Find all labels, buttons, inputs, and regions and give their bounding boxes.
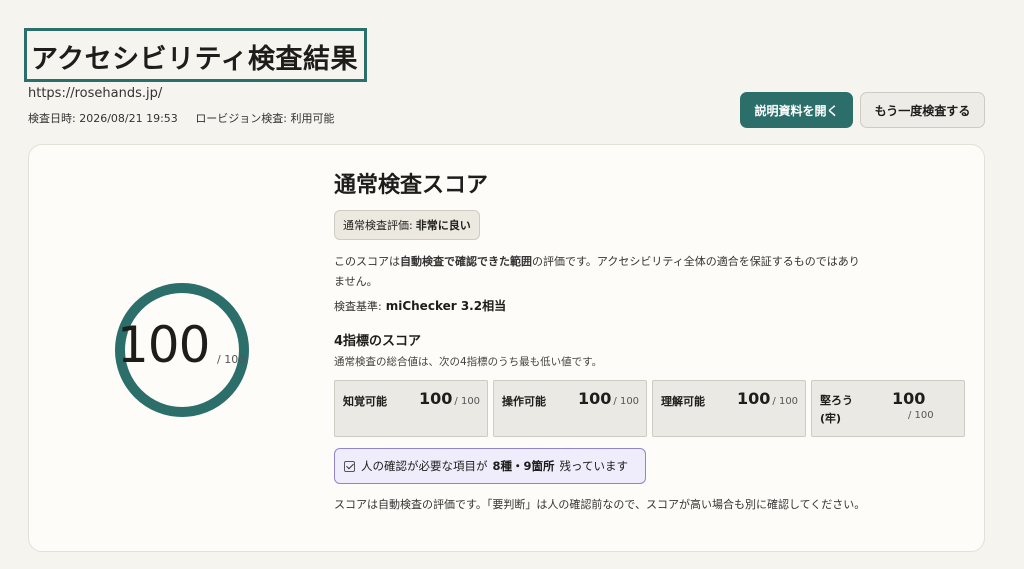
rating-badge: 通常検査評価: 非常に良い bbox=[334, 210, 480, 240]
score-description: このスコアは自動検査で確認できた範囲の評価です。アクセシビリティ全体の適合を保証… bbox=[334, 255, 860, 288]
site-url: https://rosehands.jp/ bbox=[28, 86, 163, 101]
manual-check-notice[interactable]: 人の確認が必要な項目が 8種・9箇所 残っています bbox=[334, 448, 646, 484]
metric-label: 知覚可能 bbox=[343, 395, 387, 408]
rating-value: 非常に良い bbox=[415, 219, 471, 232]
metric-operable: 操作可能 100/ 100 bbox=[493, 380, 647, 437]
open-docs-button[interactable]: 説明資料を開く bbox=[740, 92, 853, 128]
metric-understandable: 理解可能 100/ 100 bbox=[652, 380, 806, 437]
section-title: 通常検査スコア bbox=[334, 173, 489, 198]
checkbox-checked-icon bbox=[344, 460, 355, 472]
score-card: 100 / 100 通常検査スコア 通常検査評価: 非常に良い このスコアは自動… bbox=[28, 144, 985, 552]
inspection-meta: 検査日時: 2026/08/21 19:53 ロービジョン検査: 利用可能 bbox=[28, 110, 335, 126]
overall-score: 100 bbox=[117, 316, 210, 374]
low-vision-check-status: ロービジョン検査: 利用可能 bbox=[195, 112, 335, 125]
metric-value: 100/ 100 bbox=[419, 389, 481, 408]
metric-value: 100/ 100 bbox=[737, 389, 799, 408]
rerun-check-button[interactable]: もう一度検査する bbox=[860, 92, 985, 128]
metric-label: 操作可能 bbox=[502, 395, 546, 408]
metrics-title: 4指標のスコア bbox=[334, 334, 422, 349]
metric-perceivable: 知覚可能 100/ 100 bbox=[334, 380, 488, 437]
score-footnote: スコアは自動検査の評価です。「要判断」は人の確認前なので、スコアが高い場合も別に… bbox=[334, 498, 866, 511]
inspection-datetime: 検査日時: 2026/08/21 19:53 bbox=[28, 112, 178, 125]
metric-value: 100/ 100 bbox=[892, 389, 934, 421]
rating-label: 通常検査評価: bbox=[343, 219, 413, 232]
metric-label: 理解可能 bbox=[661, 395, 705, 408]
page-title: アクセシビリティ検査結果 bbox=[24, 28, 368, 82]
metrics-grid: 知覚可能 100/ 100 操作可能 100/ 100 理解可能 100/ 10… bbox=[334, 380, 966, 437]
manual-check-count: 8種・9箇所 bbox=[492, 459, 555, 473]
metric-label: 堅ろう(牢) bbox=[820, 394, 853, 425]
overall-score-max: / 100 bbox=[217, 353, 246, 366]
metrics-description: 通常検査の総合値は、次の4指標のうち最も低い値です。 bbox=[334, 356, 603, 368]
metric-value: 100/ 100 bbox=[578, 389, 640, 408]
metric-robust: 堅ろう(牢) 100/ 100 bbox=[811, 380, 965, 437]
inspection-standard: 検査基準: miChecker 3.2相当 bbox=[334, 299, 507, 313]
